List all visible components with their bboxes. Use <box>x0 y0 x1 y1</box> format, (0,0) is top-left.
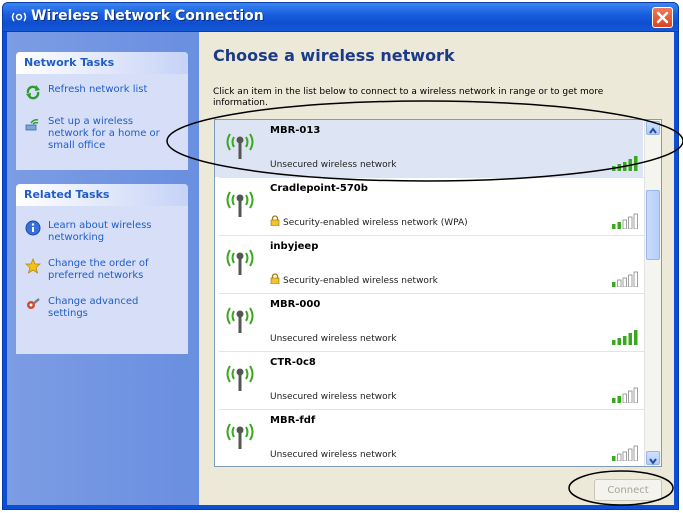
close-button[interactable] <box>652 7 673 28</box>
scroll-thumb[interactable] <box>646 190 660 260</box>
task-change-advanced-settings[interactable]: Change advanced settings <box>16 296 168 320</box>
wireless-antenna-icon <box>226 307 254 333</box>
wireless-antenna-icon <box>226 365 254 391</box>
scroll-down-button[interactable] <box>646 451 660 465</box>
network-list-item-mbr-fdf[interactable]: MBR-fdf Unsecured wireless network <box>215 410 643 466</box>
network-name: inbyjeep <box>270 241 319 252</box>
network-name: MBR-013 <box>270 125 321 136</box>
network-security-status: Security-enabled wireless network (WPA) <box>283 218 468 228</box>
instructions-text: Click an item in the list below to conne… <box>213 87 604 108</box>
signal-strength-icon <box>612 330 638 345</box>
main-pane: Choose a wireless network Click an item … <box>199 32 674 505</box>
network-list-item-mbr-013[interactable]: MBR-013 Unsecured wireless network <box>215 120 643 177</box>
task-label: Refresh network list <box>48 84 148 95</box>
network-security-status: Unsecured wireless network <box>270 334 397 344</box>
task-label: Set up a wireless network for a home or … <box>48 116 160 151</box>
network-tasks-header: Network Tasks <box>16 52 188 74</box>
lock-icon <box>270 215 280 226</box>
refresh-icon <box>26 85 40 100</box>
wireless-antenna-icon <box>226 191 254 217</box>
task-change-order-preferred[interactable]: Change the order of preferred networks <box>16 258 168 282</box>
page-title: Choose a wireless network <box>213 46 455 65</box>
wireless-network-connection-window: Wireless Network Connection Network Task… <box>2 2 679 510</box>
task-set-up-wireless-network[interactable]: Set up a wireless network for a home or … <box>16 116 168 152</box>
wireless-network-list[interactable]: MBR-013 Unsecured wireless network Cradl… <box>214 119 662 467</box>
network-tasks-panel: Network Tasks Refresh network list Set u… <box>16 52 188 170</box>
scroll-up-button[interactable] <box>646 121 660 135</box>
task-pane: Network Tasks Refresh network list Set u… <box>7 32 199 505</box>
task-label: Change the order of preferred networks <box>48 258 149 281</box>
title-bar[interactable]: Wireless Network Connection <box>3 3 678 32</box>
lock-icon <box>270 273 280 284</box>
close-icon <box>656 11 669 24</box>
network-list-scrollbar[interactable] <box>644 120 661 466</box>
info-icon <box>25 220 41 236</box>
task-learn-about-wireless[interactable]: Learn about wireless networking <box>16 220 168 244</box>
chevron-down-icon <box>649 458 657 465</box>
task-label: Learn about wireless networking <box>48 220 152 243</box>
task-refresh-network-list[interactable]: Refresh network list <box>16 84 188 100</box>
network-name: CTR-0c8 <box>270 357 316 368</box>
signal-strength-icon <box>612 271 638 287</box>
signal-strength-icon <box>612 387 638 403</box>
network-security-status: Security-enabled wireless network <box>283 276 438 286</box>
network-list-item-mbr-000[interactable]: MBR-000 Unsecured wireless network <box>215 294 643 351</box>
network-security-status: Unsecured wireless network <box>270 450 397 460</box>
wireless-antenna-icon <box>226 423 254 449</box>
signal-strength-icon <box>612 445 638 461</box>
wireless-antenna-icon <box>226 133 254 159</box>
network-name: Cradlepoint-570b <box>270 183 368 194</box>
network-list-item-cradlepoint-570b[interactable]: Cradlepoint-570b Security-enabled wirele… <box>215 178 643 235</box>
signal-strength-icon <box>612 213 638 229</box>
network-name: MBR-fdf <box>270 415 316 426</box>
wireless-antenna-icon <box>226 249 254 275</box>
setup-network-icon <box>25 119 39 131</box>
network-list-item-inbyjeep[interactable]: inbyjeep Security-enabled wireless netwo… <box>215 236 643 293</box>
star-icon <box>25 258 41 274</box>
window-title: Wireless Network Connection <box>31 8 264 24</box>
window-client-area: Network Tasks Refresh network list Set u… <box>7 32 674 505</box>
network-security-status: Unsecured wireless network <box>270 160 397 170</box>
related-tasks-panel: Related Tasks Learn about wireless netwo… <box>16 184 188 354</box>
settings-icon <box>27 298 40 309</box>
network-name: MBR-000 <box>270 299 321 310</box>
network-list-item-ctr-0c8[interactable]: CTR-0c8 Unsecured wireless network <box>215 352 643 409</box>
chevron-up-icon <box>649 127 657 134</box>
related-tasks-header: Related Tasks <box>16 184 188 206</box>
wireless-icon <box>11 12 27 22</box>
signal-strength-icon <box>612 156 638 171</box>
task-label: Change advanced settings <box>48 296 139 319</box>
connect-button[interactable]: Connect <box>594 479 662 501</box>
network-security-status: Unsecured wireless network <box>270 392 397 402</box>
